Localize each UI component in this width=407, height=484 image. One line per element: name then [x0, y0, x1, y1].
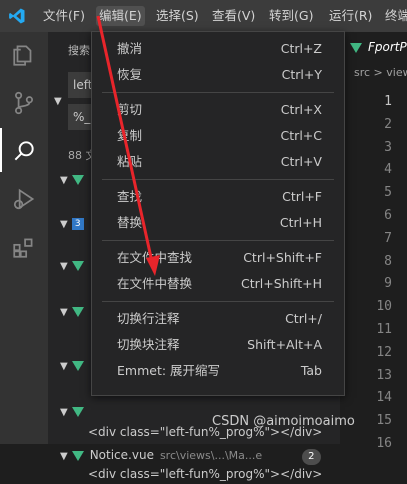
- file-name: Notice.vue: [89, 448, 154, 462]
- chevron-down-icon: ▼: [60, 451, 68, 462]
- file-path: src\views\...\Ma...e: [159, 449, 263, 462]
- watermark: CSDN @aimoimoaimo: [212, 414, 355, 429]
- match-count-badge: 2: [302, 449, 321, 465]
- annotation-arrow: [96, 15, 160, 276]
- result-file-row[interactable]: ▼ Notice.vue src\views\...\Ma...e 2: [60, 444, 340, 466]
- vue-file-icon: [71, 450, 84, 461]
- match-line[interactable]: <div class="left-fun%_prog%"></div>: [88, 464, 322, 484]
